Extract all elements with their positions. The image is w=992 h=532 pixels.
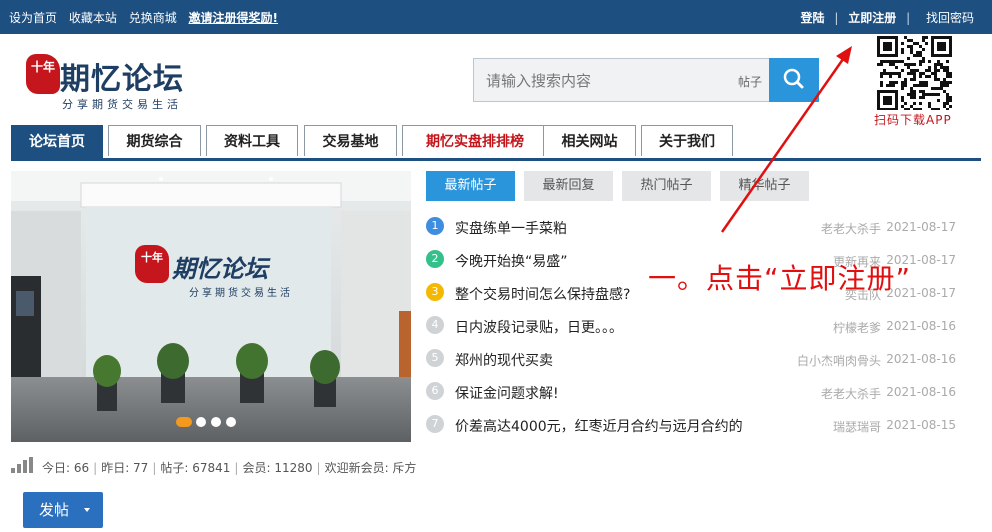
search-button[interactable] xyxy=(769,58,819,102)
top-bar: 设为首页 收藏本站 兑换商城 邀请注册得奖励! 登陆 | 立即注册 | 找回密码 xyxy=(0,0,992,34)
post-author[interactable]: 白小杰哨肉骨头 xyxy=(797,352,881,369)
set-homepage-link[interactable]: 设为首页 xyxy=(9,11,57,25)
annotation-text: 一。点击“立即注册” xyxy=(648,262,912,295)
account-links: 登陆 | 立即注册 | 找回密码 xyxy=(801,9,974,26)
slider-dot[interactable] xyxy=(196,417,206,427)
post-date: 2021-08-16 xyxy=(886,385,956,399)
post-author[interactable]: 瑞瑟瑞哥 xyxy=(833,418,881,435)
search-bar: 帖子 xyxy=(473,58,819,102)
logo-badge: 十年 xyxy=(26,54,60,94)
qr-code xyxy=(876,36,954,111)
chevron-down-icon xyxy=(84,508,90,512)
login-link[interactable]: 登陆 xyxy=(801,11,825,25)
tab-forum-home[interactable]: 论坛首页 xyxy=(11,125,103,159)
tab-futures-general[interactable]: 期货综合 xyxy=(108,125,201,156)
tab-trading-base[interactable]: 交易基地 xyxy=(304,125,397,156)
search-icon xyxy=(783,68,804,89)
post-title[interactable]: 保证金问题求解! xyxy=(455,383,559,403)
rank-badge: 3 xyxy=(426,283,444,301)
slider-dot[interactable] xyxy=(226,417,236,427)
search-scope[interactable]: 帖子 xyxy=(738,73,762,90)
list-item[interactable]: 7 价差高达4000元，红枣近月合约与远月合约的 瑞瑟瑞哥 2021-08-15 xyxy=(426,412,956,445)
search-input[interactable] xyxy=(484,69,708,93)
post-title[interactable]: 价差高达4000元，红枣近月合约与远月合约的 xyxy=(455,416,743,436)
post-date: 2021-08-15 xyxy=(886,418,956,432)
logo-slogan: 分享期货交易生活 xyxy=(62,98,182,111)
post-title[interactable]: 日内波段记录贴，日更。。。 xyxy=(455,317,623,337)
tab-ranking[interactable]: 期忆实盘排排榜 xyxy=(402,125,548,156)
bookmark-link[interactable]: 收藏本站 xyxy=(69,11,117,25)
rank-badge: 7 xyxy=(426,415,444,433)
top-links: 设为首页 收藏本站 兑换商城 邀请注册得奖励! xyxy=(9,9,286,26)
nav-underline xyxy=(11,158,981,161)
tab-latest-posts[interactable]: 最新帖子 xyxy=(426,171,515,201)
tab-hot-posts[interactable]: 热门帖子 xyxy=(622,171,711,201)
tab-featured-posts[interactable]: 精华帖子 xyxy=(720,171,809,201)
logo-name: 期忆论坛 xyxy=(60,62,184,97)
search-box: 帖子 xyxy=(473,58,770,102)
wall-slogan: 分享期货交易生活 xyxy=(189,288,293,299)
slider-dot[interactable] xyxy=(211,417,221,427)
tab-tools[interactable]: 资料工具 xyxy=(206,125,298,156)
rank-badge: 2 xyxy=(426,250,444,268)
tab-related-sites[interactable]: 相关网站 xyxy=(543,125,636,156)
new-post-label: 发帖 xyxy=(39,501,70,519)
office-photo xyxy=(11,171,411,442)
stat-today: 今日: 66 xyxy=(42,461,90,475)
list-item[interactable]: 1 实盘练单一手菜粕 老老大杀手 2021-08-17 xyxy=(426,214,956,247)
invite-promo-link[interactable]: 邀请注册得奖励! xyxy=(189,11,278,25)
post-title[interactable]: 郑州的现代买卖 xyxy=(455,350,553,370)
post-title[interactable]: 今晚开始换“易盛” xyxy=(455,251,568,271)
stat-members: 会员: 11280 xyxy=(242,461,313,475)
post-date: 2021-08-16 xyxy=(886,319,956,333)
stats-text: 今日: 66 | 昨日: 77 | 帖子: 67841 | 会员: 11280 | 欢迎新会员:… xyxy=(42,461,417,475)
stat-yesterday: 昨日: 77 xyxy=(101,461,149,475)
register-link[interactable]: 立即注册 xyxy=(848,11,896,25)
slider-dot[interactable] xyxy=(176,417,192,427)
stats-chart-icon xyxy=(11,457,33,473)
qr-caption: 扫码下载APP xyxy=(874,113,952,127)
rank-badge: 6 xyxy=(426,382,444,400)
site-logo[interactable]: 十年 期忆论坛 分享期货交易生活 xyxy=(26,52,201,114)
forgot-password-link[interactable]: 找回密码 xyxy=(926,11,974,25)
tab-latest-replies[interactable]: 最新回复 xyxy=(524,171,613,201)
rank-badge: 5 xyxy=(426,349,444,367)
post-title[interactable]: 实盘练单一手菜粕 xyxy=(455,218,567,238)
post-author[interactable]: 老老大杀手 xyxy=(821,385,881,402)
exchange-mall-link[interactable]: 兑换商城 xyxy=(129,11,177,25)
wall-logo-badge: 十年 xyxy=(135,245,169,283)
rank-badge: 4 xyxy=(426,316,444,334)
post-author[interactable]: 老老大杀手 xyxy=(821,220,881,237)
list-item[interactable]: 4 日内波段记录贴，日更。。。 柠檬老爹 2021-08-16 xyxy=(426,313,956,346)
wall-logo-name: 期忆论坛 xyxy=(172,255,268,283)
rank-badge: 1 xyxy=(426,217,444,235)
separator: | xyxy=(906,11,911,25)
stat-posts: 帖子: 67841 xyxy=(160,461,231,475)
separator: | xyxy=(834,11,839,25)
image-slider[interactable]: 十年 期忆论坛 分享期货交易生活 xyxy=(11,171,411,442)
list-item[interactable]: 6 保证金问题求解! 老老大杀手 2021-08-16 xyxy=(426,379,956,412)
post-title[interactable]: 整个交易时间怎么保持盘感? xyxy=(455,284,630,304)
new-post-button[interactable]: 发帖 xyxy=(23,492,103,528)
tab-about-us[interactable]: 关于我们 xyxy=(641,125,733,156)
stat-newest-member[interactable]: 欢迎新会员: 斥方 xyxy=(325,461,417,475)
post-date: 2021-08-16 xyxy=(886,352,956,366)
post-date: 2021-08-17 xyxy=(886,220,956,234)
post-author[interactable]: 柠檬老爹 xyxy=(833,319,881,336)
list-item[interactable]: 5 郑州的现代买卖 白小杰哨肉骨头 2021-08-16 xyxy=(426,346,956,379)
